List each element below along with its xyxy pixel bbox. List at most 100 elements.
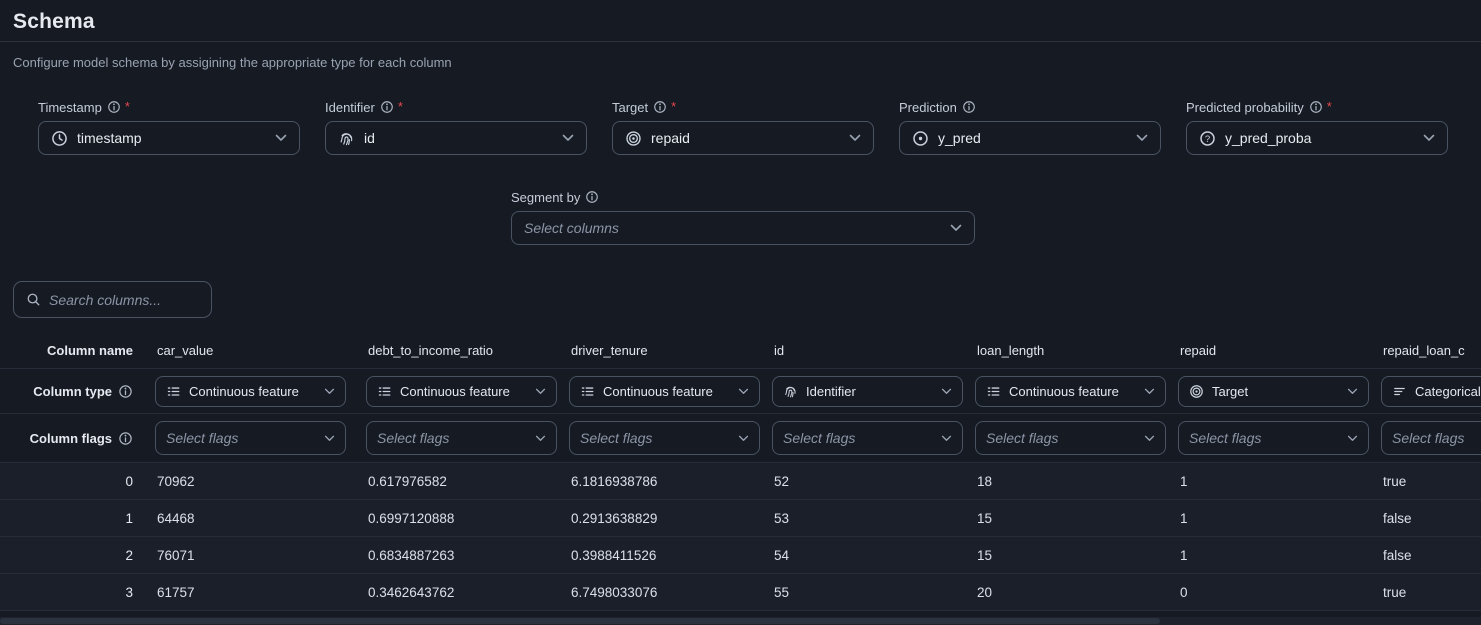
table-cell: 20: [965, 585, 1168, 600]
info-icon[interactable]: [653, 100, 667, 114]
table-cell: 61757: [145, 585, 356, 600]
info-icon[interactable]: [118, 431, 133, 446]
list-icon: [580, 384, 595, 399]
chevron-down-icon: [1347, 388, 1358, 395]
column-header: loan_length: [965, 343, 1168, 358]
row-index: 0: [0, 474, 145, 489]
row-index: 2: [0, 548, 145, 563]
segment-by-select[interactable]: Select columns: [511, 211, 975, 245]
segment-by-label-text: Segment by: [511, 190, 580, 205]
predicted-probability-value: y_pred_proba: [1225, 130, 1311, 146]
column-type-value: Continuous feature: [1009, 384, 1119, 399]
table-cell: 1: [1168, 474, 1371, 489]
flags-placeholder: Select flags: [1392, 430, 1464, 446]
bars-icon: [1392, 384, 1407, 399]
target-icon: [1189, 384, 1204, 399]
column-type-select[interactable]: Identifier: [772, 376, 963, 407]
column-flags-label: Column flags: [0, 431, 145, 446]
column-type-select[interactable]: Continuous feature: [155, 376, 346, 407]
column-flags-select[interactable]: Select flags: [772, 421, 963, 455]
table-header-row: Column name car_value debt_to_income_rat…: [0, 333, 1481, 369]
flags-placeholder: Select flags: [986, 430, 1058, 446]
search-input[interactable]: [49, 292, 199, 308]
info-icon[interactable]: [107, 100, 121, 114]
flags-placeholder: Select flags: [1189, 430, 1261, 446]
table-row: 0 70962 0.617976582 6.1816938786 52 18 1…: [0, 463, 1481, 500]
column-flags-select[interactable]: Select flags: [1178, 421, 1369, 455]
question-circle-icon: [1199, 130, 1216, 147]
selector-identifier: Identifier * id: [325, 98, 587, 155]
table-cell: 54: [762, 548, 965, 563]
table-cell: 53: [762, 511, 965, 526]
chevron-down-icon: [738, 435, 749, 442]
table-cell: 18: [965, 474, 1168, 489]
column-type-value: Continuous feature: [400, 384, 510, 399]
identifier-select[interactable]: id: [325, 121, 587, 155]
table-cell: false: [1371, 548, 1481, 563]
table-cell: 1: [1168, 548, 1371, 563]
predicted-probability-label: Predicted probability *: [1186, 98, 1448, 116]
horizontal-scrollbar-thumb[interactable]: [0, 618, 1160, 624]
info-icon[interactable]: [118, 384, 133, 399]
column-type-row: Column type Continuous feature Continuou…: [0, 369, 1481, 414]
column-flags-select[interactable]: Select flags: [155, 421, 346, 455]
table-row: 3 61757 0.3462643762 6.7498033076 55 20 …: [0, 574, 1481, 611]
selector-prediction: Prediction y_pred: [899, 98, 1161, 155]
column-type-select[interactable]: Continuous feature: [569, 376, 760, 407]
info-icon[interactable]: [1309, 100, 1323, 114]
timestamp-select[interactable]: timestamp: [38, 121, 300, 155]
column-flags-select[interactable]: Select flags: [1381, 421, 1481, 455]
column-type-label: Column type: [0, 384, 145, 399]
column-flags-select[interactable]: Select flags: [975, 421, 1166, 455]
target-select[interactable]: repaid: [612, 121, 874, 155]
identifier-label-text: Identifier: [325, 100, 375, 115]
required-asterisk: *: [398, 99, 403, 114]
table-cell: 1: [1168, 511, 1371, 526]
chevron-down-icon: [1144, 388, 1155, 395]
info-icon[interactable]: [585, 190, 599, 204]
timestamp-label-text: Timestamp: [38, 100, 102, 115]
chevron-down-icon: [1144, 435, 1155, 442]
table-cell: 0.3988411526: [559, 548, 762, 563]
required-asterisk: *: [1327, 99, 1332, 114]
selector-predicted-probability: Predicted probability * y_pred_proba: [1186, 98, 1448, 155]
column-type-label-text: Column type: [33, 384, 112, 399]
table-cell: 52: [762, 474, 965, 489]
table-cell: 64468: [145, 511, 356, 526]
flags-placeholder: Select flags: [783, 430, 855, 446]
column-type-select[interactable]: Continuous feature: [366, 376, 557, 407]
column-type-select[interactable]: Categorical feature: [1381, 376, 1481, 407]
chevron-down-icon: [535, 388, 546, 395]
column-type-value: Continuous feature: [189, 384, 299, 399]
column-type-value: Identifier: [806, 384, 856, 399]
table-cell: 70962: [145, 474, 356, 489]
chevron-down-icon: [562, 134, 574, 142]
info-icon[interactable]: [962, 100, 976, 114]
selector-timestamp: Timestamp * timestamp: [38, 98, 300, 155]
page-title: Schema: [13, 10, 95, 34]
column-name-label: Column name: [0, 343, 145, 358]
predicted-probability-select[interactable]: y_pred_proba: [1186, 121, 1448, 155]
search-columns-box[interactable]: [13, 281, 212, 318]
column-header: car_value: [145, 343, 356, 358]
table-cell: 0.2913638829: [559, 511, 762, 526]
required-asterisk: *: [671, 99, 676, 114]
search-icon: [26, 292, 41, 307]
prediction-label-text: Prediction: [899, 100, 957, 115]
target-label: Target *: [612, 98, 874, 116]
column-type-value: Target: [1212, 384, 1248, 399]
clock-icon: [51, 130, 68, 147]
info-icon[interactable]: [380, 100, 394, 114]
table-cell: 6.7498033076: [559, 585, 762, 600]
schema-table: Column name car_value debt_to_income_rat…: [0, 333, 1481, 611]
column-flags-select[interactable]: Select flags: [366, 421, 557, 455]
horizontal-scrollbar[interactable]: [0, 617, 1481, 625]
table-cell: 6.1816938786: [559, 474, 762, 489]
column-type-select[interactable]: Target: [1178, 376, 1369, 407]
row-index: 1: [0, 511, 145, 526]
table-cell: 15: [965, 511, 1168, 526]
column-flags-select[interactable]: Select flags: [569, 421, 760, 455]
prediction-select[interactable]: y_pred: [899, 121, 1161, 155]
column-type-select[interactable]: Continuous feature: [975, 376, 1166, 407]
title-divider: [0, 41, 1481, 42]
